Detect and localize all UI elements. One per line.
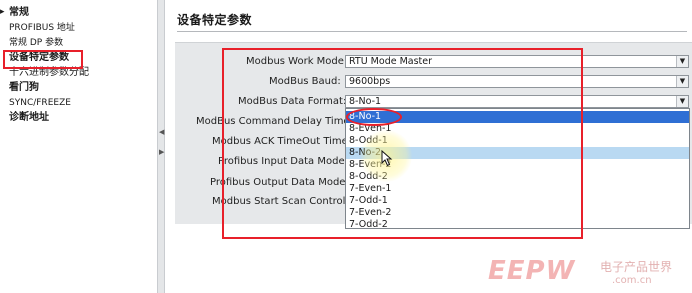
- chevron-down-icon[interactable]: ▼: [676, 76, 688, 87]
- watermark-logo: EEPW: [488, 256, 576, 286]
- panel-splitter[interactable]: ◀ ▶: [157, 0, 165, 293]
- nav-item-profibus-address[interactable]: PROFIBUS 地址: [9, 22, 75, 34]
- watermark: EEPW 电子产品世界 .com.cn: [488, 254, 688, 290]
- section-title: 设备特定参数: [177, 13, 253, 27]
- expand-right-icon[interactable]: ▶: [159, 148, 164, 156]
- expand-arrow-icon[interactable]: ▸: [0, 7, 5, 17]
- chevron-down-icon[interactable]: ▼: [676, 96, 688, 107]
- chevron-down-icon[interactable]: ▼: [676, 56, 688, 67]
- navigation-tree: ▸ 常规 PROFIBUS 地址 常规 DP 参数 设备特定参数 十六进制参数分…: [0, 0, 157, 293]
- nav-item-watchdog[interactable]: 看门狗: [9, 82, 39, 94]
- nav-item-sync-freeze[interactable]: SYNC/FREEZE: [9, 97, 71, 109]
- watermark-cn-text: 电子产品世界: [600, 260, 673, 274]
- collapse-left-icon[interactable]: ◀: [159, 128, 164, 136]
- nav-item-general[interactable]: 常规: [9, 7, 29, 19]
- annotation-oval-selected-option: [346, 108, 402, 126]
- annotation-box-params: [222, 48, 583, 239]
- title-divider: [177, 31, 687, 32]
- watermark-url: .com.cn: [612, 275, 652, 286]
- annotation-box-nav: [3, 50, 83, 69]
- nav-item-diagnostic-address[interactable]: 诊断地址: [9, 112, 49, 124]
- nav-item-general-dp-params[interactable]: 常规 DP 参数: [9, 37, 63, 49]
